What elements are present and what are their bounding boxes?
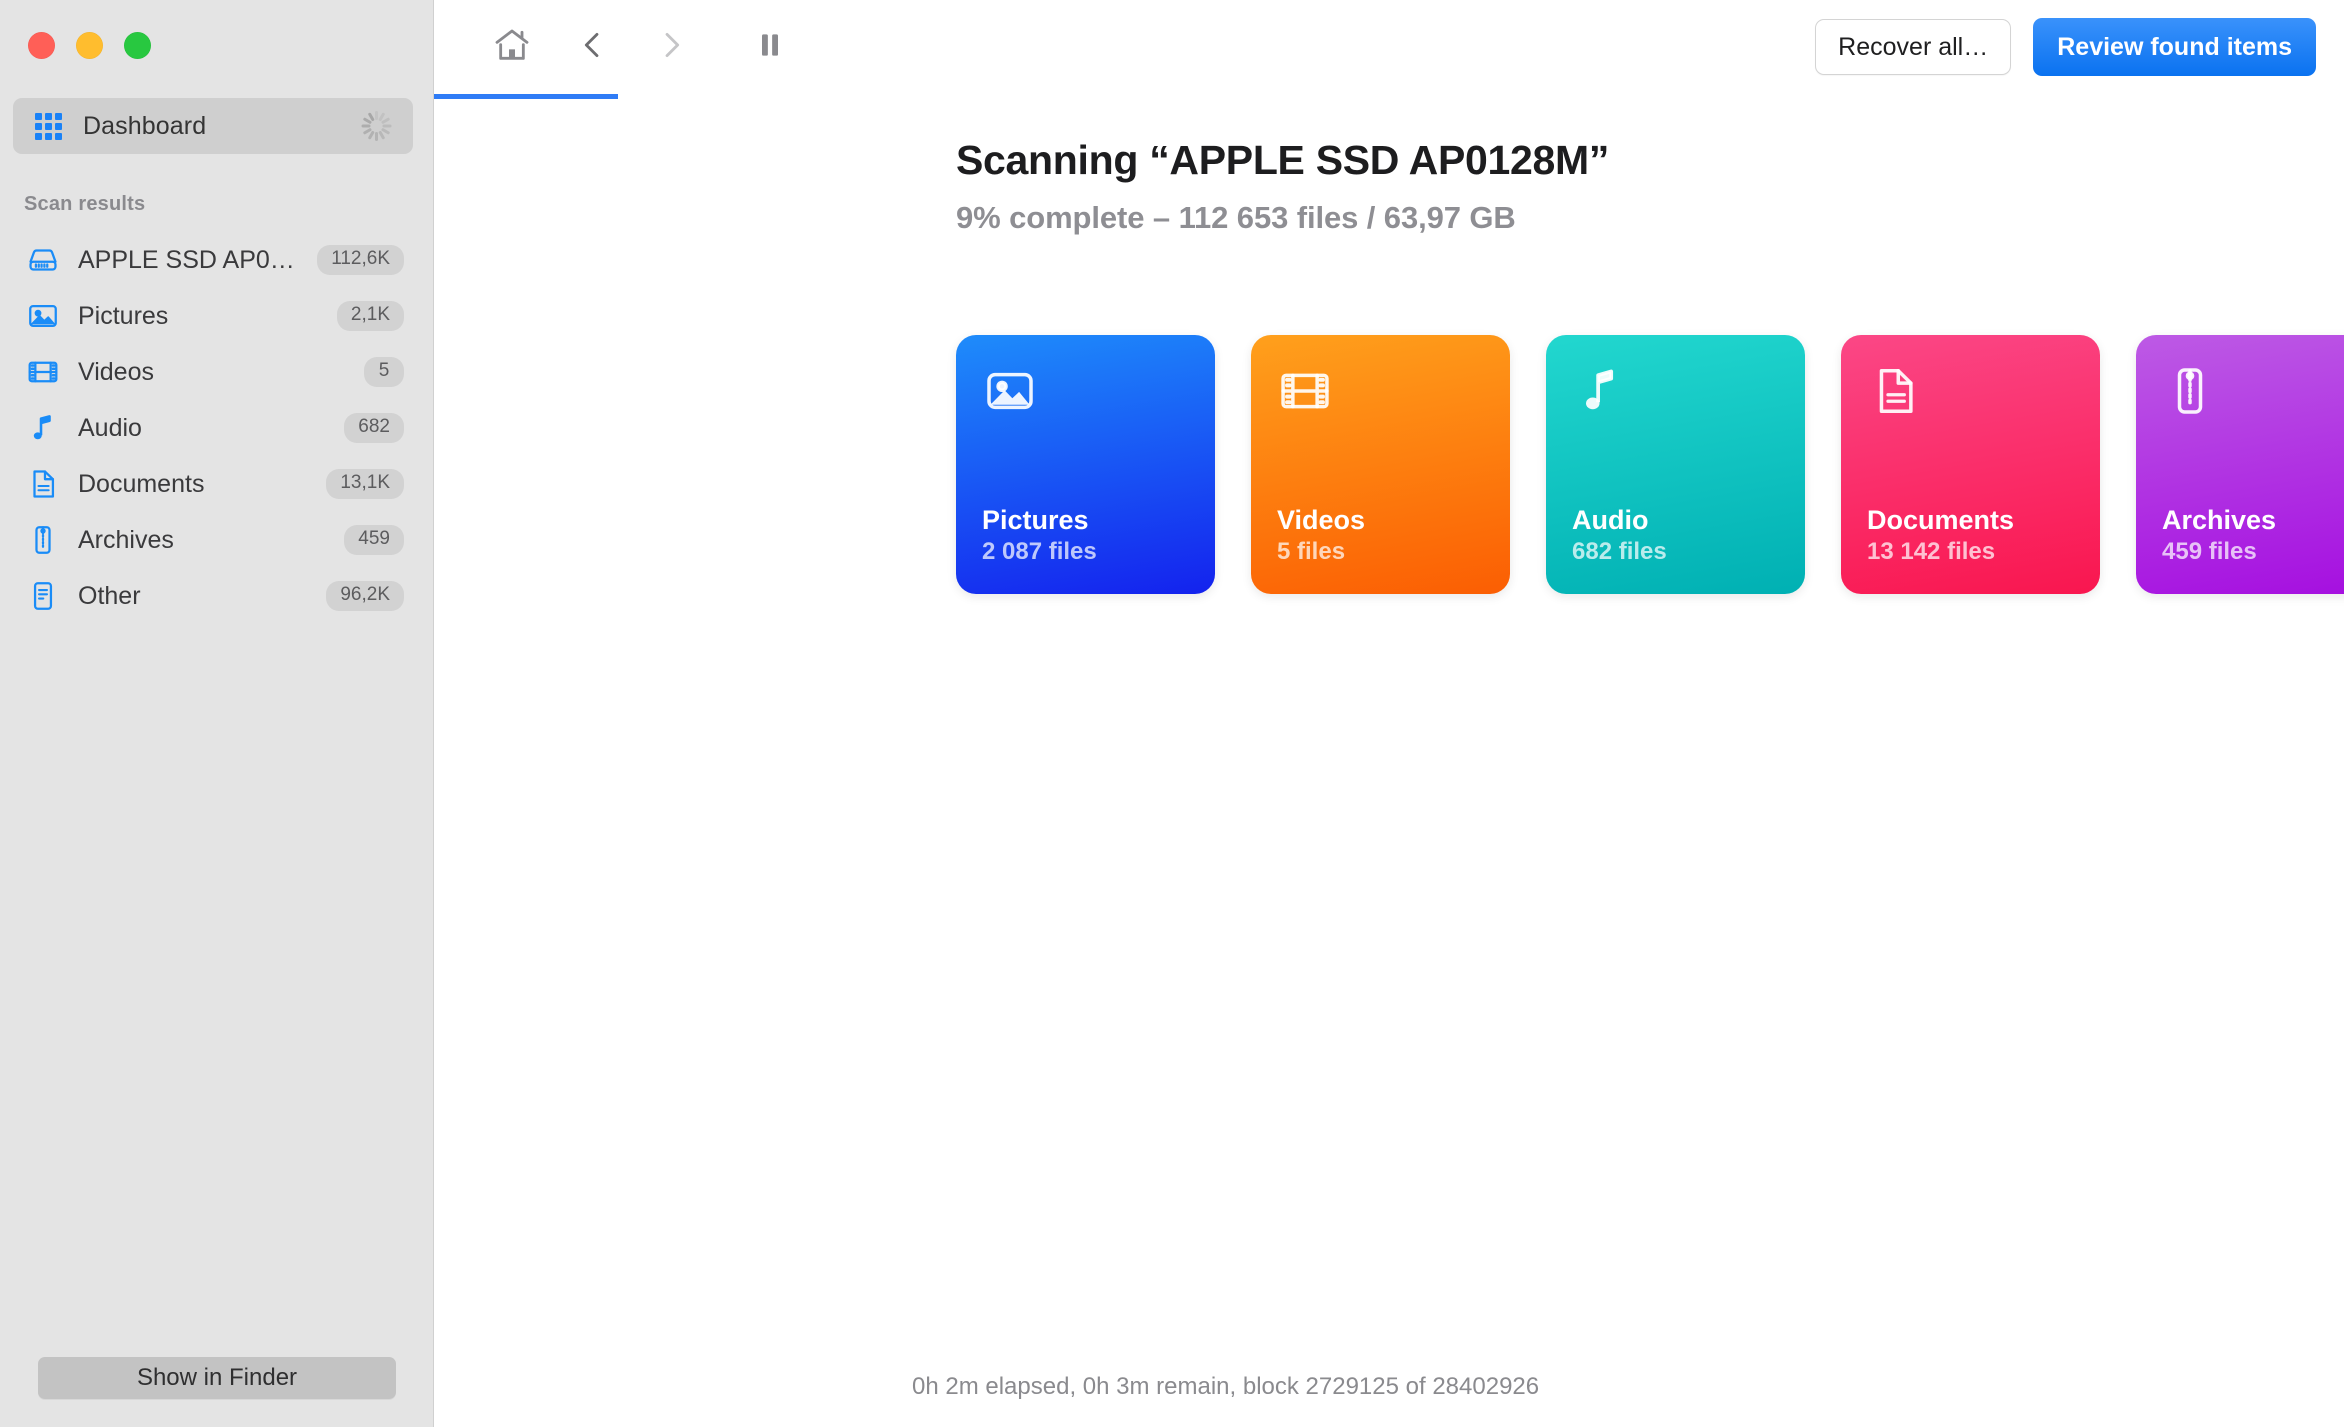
app-window: Dashboard Scan results APPLE SSD AP0… 112… [0, 0, 2344, 1427]
pause-icon [754, 27, 786, 66]
home-button[interactable] [474, 11, 550, 81]
category-card-pictures[interactable]: Pictures 2 087 files [956, 335, 1215, 594]
sidebar-item-label: APPLE SSD AP0… [78, 245, 295, 274]
zip-archive-icon [26, 523, 60, 557]
zoom-button[interactable] [124, 32, 151, 59]
sidebar-item-videos[interactable]: Videos 5 [0, 344, 434, 400]
scan-status-text: 0h 2m elapsed, 0h 3m remain, block 27291… [912, 1373, 1540, 1400]
category-card-videos[interactable]: Videos 5 files [1251, 335, 1510, 594]
page-title: Scanning “APPLE SSD AP0128M” [956, 137, 1610, 183]
scan-results-list: APPLE SSD AP0… 112,6K Pictures 2,1K Videos 5 A… [0, 232, 434, 624]
card-title: Archives [2162, 505, 2277, 536]
back-button[interactable] [554, 11, 630, 81]
card-count: 459 files [2162, 538, 2257, 565]
card-count: 13 142 files [1867, 538, 1996, 565]
card-text: Audio 682 files [1572, 504, 1779, 566]
active-tab-indicator [434, 94, 618, 99]
sidebar-item-label: Audio [78, 413, 142, 442]
hard-drive-icon [26, 243, 60, 277]
card-count: 682 files [1572, 538, 1667, 565]
sidebar-item-label: Pictures [78, 301, 169, 330]
sidebar-item-badge: 96,2K [326, 581, 404, 611]
card-title: Videos [1277, 505, 1366, 536]
sidebar-item-documents[interactable]: Documents 13,1K [0, 456, 434, 512]
zip-archive-icon [2162, 363, 2218, 419]
category-card-audio[interactable]: Audio 682 files [1546, 335, 1805, 594]
sidebar-item-label: Other [78, 581, 141, 610]
home-icon [492, 25, 532, 68]
card-text: Archives 459 files [2162, 504, 2344, 566]
forward-button[interactable] [634, 11, 710, 81]
sidebar-item-badge: 112,6K [317, 245, 404, 275]
close-button[interactable] [28, 32, 55, 59]
sidebar-item-dashboard[interactable]: Dashboard [13, 98, 413, 154]
category-card-grid: Pictures 2 087 files Videos 5 files Audio 682… [956, 335, 2344, 594]
music-note-icon [26, 411, 60, 445]
grid-icon [35, 111, 65, 141]
sidebar-item-badge: 459 [344, 525, 404, 555]
category-card-documents[interactable]: Documents 13 142 files [1841, 335, 2100, 594]
loading-spinner [361, 111, 391, 141]
show-in-finder-button[interactable]: Show in Finder [38, 1357, 396, 1399]
sidebar-item-label: Dashboard [83, 111, 207, 140]
toolbar-actions: Recover all… Review found items [1815, 0, 2344, 76]
document-icon [1867, 363, 1923, 419]
chevron-left-icon [575, 25, 609, 68]
music-note-icon [1572, 363, 1628, 419]
sidebar-item-other[interactable]: Other 96,2K [0, 568, 434, 624]
sidebar-item-pictures[interactable]: Pictures 2,1K [0, 288, 434, 344]
chevron-right-icon [655, 25, 689, 68]
card-text: Videos 5 files [1277, 504, 1484, 566]
minimize-button[interactable] [76, 32, 103, 59]
page-subtitle: 9% complete – 112 653 files / 63,97 GB [956, 200, 1516, 235]
film-icon [1277, 363, 1333, 419]
card-title: Documents [1867, 505, 2015, 536]
sidebar-item-badge: 682 [344, 413, 404, 443]
toolbar: Recover all… Review found items [434, 0, 2344, 99]
card-text: Pictures 2 087 files [982, 504, 1189, 566]
recover-all-button[interactable]: Recover all… [1815, 19, 2012, 75]
sidebar-item-badge: 5 [364, 357, 404, 387]
card-count: 5 files [1277, 538, 1346, 565]
card-title: Pictures [982, 505, 1089, 536]
sidebar-item-badge: 13,1K [326, 469, 404, 499]
document-icon [26, 467, 60, 501]
toolbar-nav-group [434, 0, 808, 99]
sidebar-item-badge: 2,1K [336, 301, 404, 331]
sidebar-item-audio[interactable]: Audio 682 [0, 400, 434, 456]
card-title: Audio [1572, 505, 1649, 536]
card-count: 2 087 files [982, 538, 1097, 565]
window-controls [28, 32, 151, 59]
film-icon [26, 355, 60, 389]
sidebar: Dashboard Scan results APPLE SSD AP0… 112… [0, 0, 434, 1427]
review-found-items-button[interactable]: Review found items [2033, 18, 2316, 76]
file-lines-icon [26, 579, 60, 613]
picture-icon [982, 363, 1038, 419]
sidebar-item-label: Archives [78, 525, 174, 554]
pause-button[interactable] [732, 11, 808, 81]
sidebar-item-archives[interactable]: Archives 459 [0, 512, 434, 568]
category-card-archives[interactable]: Archives 459 files [2136, 335, 2344, 594]
sidebar-item-label: Documents [78, 469, 205, 498]
card-text: Documents 13 142 files [1867, 504, 2074, 566]
sidebar-section-label: Scan results [24, 193, 146, 215]
main-content: Recover all… Review found items Scanning… [434, 0, 2344, 1427]
sidebar-item-apple-ssd-ap0[interactable]: APPLE SSD AP0… 112,6K [0, 232, 434, 288]
picture-icon [26, 299, 60, 333]
sidebar-item-label: Videos [78, 357, 154, 386]
